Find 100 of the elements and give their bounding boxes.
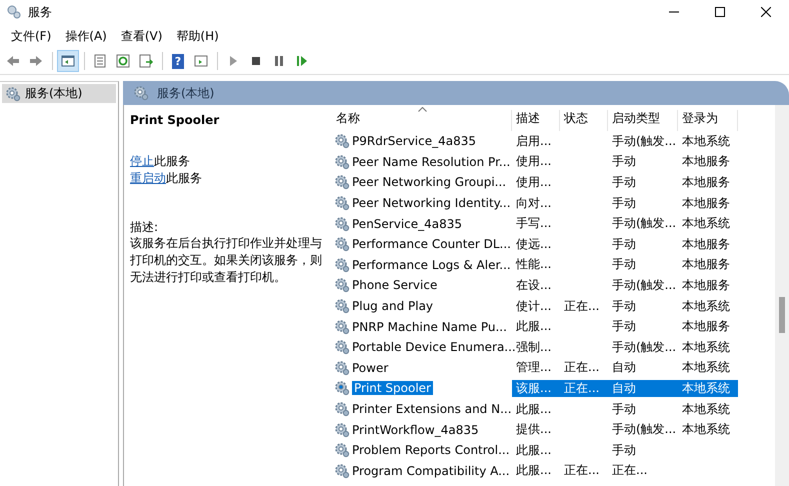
gear-icon	[334, 277, 350, 294]
service-row[interactable]: PrintWorkflow_4a835 提供... 手动(触发... 本地系统	[332, 419, 775, 440]
column-header[interactable]: 描述	[512, 110, 560, 131]
service-row[interactable]: PenService_4a835 手写... 手动(触发... 本地系统	[332, 213, 775, 234]
table-cell-text: 手动	[611, 298, 637, 315]
table-cell-text: 正在...	[611, 462, 648, 480]
export-list-icon	[138, 53, 154, 69]
description-label: 描述:	[130, 219, 160, 235]
menu-item[interactable]: 帮助(H)	[169, 26, 226, 46]
table-cell-text: 此服...	[515, 442, 552, 459]
table-cell-text: 手动	[611, 153, 637, 170]
action-text: 此服务	[154, 154, 190, 168]
table-cell: 本地系统	[678, 380, 738, 397]
service-row[interactable]: Problem Reports Control... 此服... 手动	[332, 440, 775, 460]
service-row[interactable]: P9RdrService_4a835 启用... 手动(触发... 本地系统	[332, 131, 775, 152]
menu-item[interactable]: 操作(A)	[58, 26, 114, 46]
gear-icon	[133, 85, 149, 101]
action-link[interactable]: 重启动	[130, 171, 166, 185]
help-button[interactable]: ?	[167, 50, 189, 72]
column-header[interactable]: 状态	[560, 110, 608, 131]
table-cell-text: 手动	[611, 442, 637, 459]
service-row[interactable]: Printer Extensions and N... 此服... 手动 本地系统	[332, 398, 775, 420]
table-cell: Portable Device Enumera...	[352, 340, 516, 354]
properties-icon	[92, 53, 108, 69]
gear-icon	[334, 401, 350, 418]
table-cell-text: 使远...	[515, 236, 552, 253]
action-text: 此服务	[166, 171, 202, 185]
table-cell-text: 本地系统	[681, 338, 731, 356]
table-cell: Program Compatibility A...	[352, 464, 510, 478]
panel-icon	[60, 53, 76, 69]
service-row[interactable]: Power 管理... 正在... 自动 本地系统	[332, 358, 775, 378]
tree-item[interactable]: 服务(本地)	[2, 84, 116, 103]
table-cell-text: 启用...	[515, 132, 552, 150]
table-cell-text: 自动	[611, 359, 637, 376]
gear-icon	[334, 380, 350, 396]
table-cell-text: 手动	[611, 318, 637, 336]
menu-item[interactable]: 查看(V)	[114, 26, 170, 46]
service-row[interactable]: PNRP Machine Name Pu... 此服... 手动 本地服务	[332, 316, 775, 337]
table-cell-text: 本地系统	[681, 298, 731, 315]
table-cell: Peer Networking Identity...	[352, 196, 511, 210]
table-cell-text: 管理...	[515, 359, 552, 376]
table-cell-text: 手写...	[515, 215, 552, 232]
column-header[interactable]: 启动类型	[608, 110, 678, 131]
table-cell: PNRP Machine Name Pu...	[352, 320, 507, 334]
action-link[interactable]: 停止	[130, 154, 154, 168]
table-cell: 自动	[608, 380, 678, 397]
gear-icon	[334, 298, 350, 314]
table-cell-text: 本地系统	[681, 132, 731, 150]
column-header[interactable]: 名称	[332, 110, 512, 131]
scrollbar-thumb[interactable]	[779, 297, 785, 333]
table-cell: Printer Extensions and N...	[352, 402, 512, 416]
table-cell: Print Spooler	[352, 381, 433, 396]
refresh-icon	[115, 53, 131, 69]
service-row[interactable]: Peer Networking Identity... 向对... 手动 本地服务	[332, 192, 775, 214]
table-cell-text: 手动	[611, 236, 637, 253]
table-cell-text: 手动	[611, 194, 637, 212]
gear-icon	[334, 236, 350, 252]
close-icon	[761, 7, 771, 17]
table-cell-text: 正在...	[563, 462, 600, 480]
table-cell-text: 本地系统	[681, 400, 731, 418]
service-row[interactable]: Phone Service 在设... 手动(触发... 本地服务	[332, 275, 775, 296]
table-cell-text: 本地系统	[681, 359, 731, 376]
table-cell-text: 正在...	[563, 298, 600, 315]
service-row[interactable]: Performance Counter DL... 使远... 手动 本地服务	[332, 234, 775, 255]
scrollbar[interactable]	[775, 105, 789, 486]
table-cell-text: 在设...	[515, 276, 552, 294]
service-row[interactable]: Program Compatibility A... 此服... 正在... 正在...	[332, 460, 775, 482]
table-cell: Plug and Play	[352, 299, 434, 314]
gears-icon	[6, 4, 22, 20]
table-cell-text: 向对...	[515, 194, 552, 212]
service-row[interactable]: Print Spooler 该服... 正在... 自动 本地系统	[332, 378, 775, 399]
toolbar-button[interactable]	[57, 50, 79, 72]
gear-icon	[334, 256, 350, 273]
table-cell-text: 手动	[611, 400, 637, 418]
gear-icon	[334, 422, 350, 438]
column-header[interactable]: 登录为	[678, 110, 738, 131]
sort-caret-icon	[418, 107, 427, 112]
table-cell: 该服...	[512, 380, 560, 397]
menu-item[interactable]: 文件(F)	[4, 26, 58, 46]
table-cell: P9RdrService_4a835	[352, 134, 476, 148]
forward-arrow-icon	[28, 53, 44, 69]
gear-icon	[334, 318, 350, 335]
service-row[interactable]: Peer Name Resolution Pr... 使用... 手动 本地服务	[332, 152, 775, 172]
maximize-icon	[715, 7, 725, 17]
service-row[interactable]: Performance Logs & Aler... 性能... 手动 本地服务	[332, 254, 775, 276]
table-cell-text: 使用...	[515, 153, 552, 170]
back-arrow-icon	[5, 53, 21, 69]
service-title: Print Spooler	[130, 113, 220, 127]
table-cell-text: 手动	[611, 174, 637, 191]
table-cell-text: 手动(触发...	[611, 132, 678, 150]
window-icon	[193, 53, 209, 69]
service-row[interactable]: Plug and Play 使计... 正在... 手动 本地系统	[332, 296, 775, 316]
table-cell-text: 本地服务	[681, 194, 731, 212]
table-cell-text: 手动(触发...	[611, 276, 678, 294]
service-row[interactable]: Portable Device Enumera...强制... 手动(触发... 本地系统	[332, 336, 775, 358]
gear-icon	[334, 339, 350, 356]
service-row[interactable]: Peer Networking Groupi... 使用... 手动 本地服务	[332, 172, 775, 193]
panel-title: 服务(本地)	[157, 84, 214, 102]
table-cell-text: 本地系统	[681, 421, 731, 438]
table-cell-text: 本地系统	[681, 215, 731, 232]
